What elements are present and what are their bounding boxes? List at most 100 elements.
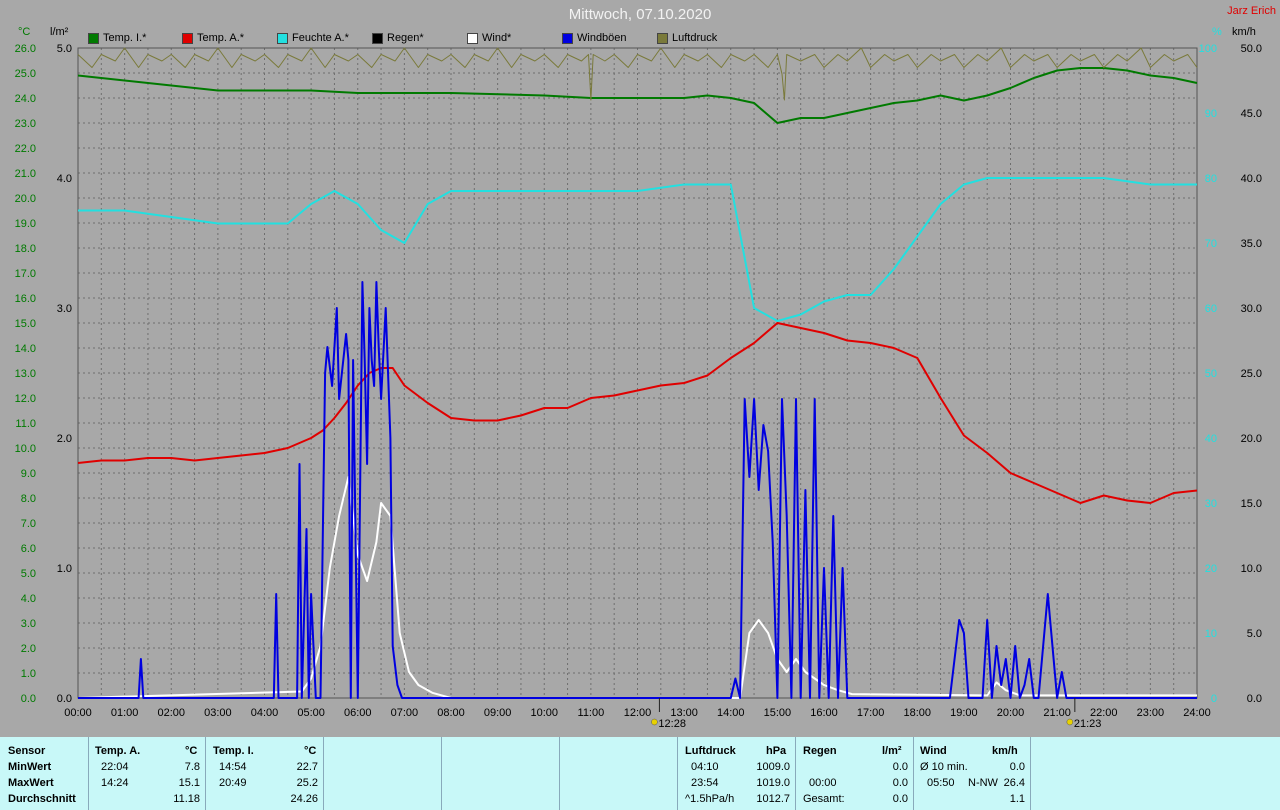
wind-tick-label: 30.0 xyxy=(1241,303,1262,315)
humidity-tick-label: 90 xyxy=(1205,108,1217,120)
x-tick-label: 11:00 xyxy=(578,707,605,719)
x-tick-label: 14:00 xyxy=(717,707,745,719)
marker-label: 21:23 xyxy=(1074,718,1102,730)
empty-column xyxy=(323,737,442,810)
author-label: Jarz Erich xyxy=(1227,5,1276,17)
temp-i-header: Temp. I. xyxy=(213,745,254,757)
x-tick-label: 00:00 xyxy=(64,707,92,719)
legend-swatch xyxy=(467,32,478,44)
wind-tick-label: 35.0 xyxy=(1241,238,1262,250)
sensor-column: Sensor MinWert MaxWert Durchschnitt xyxy=(0,737,88,810)
x-tick-label: 10:00 xyxy=(530,707,558,719)
temp-tick-label: 1.0 xyxy=(21,668,36,680)
rain-column: Regen l/m² 0.0 00:00 0.0 Gesamt: 0.0 xyxy=(795,737,914,810)
wind-max-dir: N-NW xyxy=(968,777,998,789)
humidity-tick-label: 30 xyxy=(1205,498,1217,510)
temp-tick-label: 5.0 xyxy=(21,568,36,580)
x-tick-label: 19:00 xyxy=(950,707,978,719)
legend-item[interactable]: Regen* xyxy=(372,32,424,44)
legend: Temp. I.* Temp. A.* Feuchte A.* Regen* W… xyxy=(0,32,1280,46)
x-tick-label: 03:00 xyxy=(204,707,232,719)
temp-i-column: Temp. I. °C 14:54 22.7 20:49 25.2 24.26 xyxy=(205,737,324,810)
pressure-avg: 1012.7 xyxy=(756,793,790,805)
temp-a-header: Temp. A. xyxy=(95,745,141,757)
stats-panel: Sensor MinWert MaxWert Durchschnitt Temp… xyxy=(0,737,1280,810)
temp-tick-label: 4.0 xyxy=(21,593,36,605)
x-tick-label: 17:00 xyxy=(857,707,885,719)
temp-tick-label: 8.0 xyxy=(21,493,36,505)
x-tick-label: 08:00 xyxy=(437,707,465,719)
legend-label: Temp. I.* xyxy=(103,32,147,44)
wind-tick-label: 40.0 xyxy=(1241,173,1262,185)
pressure-header: Luftdruck xyxy=(685,745,736,757)
legend-label: Feuchte A.* xyxy=(292,32,349,44)
legend-item[interactable]: Temp. A.* xyxy=(182,32,244,44)
humidity-tick-label: 0 xyxy=(1211,693,1217,705)
rain-total: 0.0 xyxy=(892,793,908,805)
x-tick-label: 05:00 xyxy=(297,707,325,719)
rain-tick-label: 0.0 xyxy=(57,693,72,705)
humidity-tick-label: 10 xyxy=(1205,628,1217,640)
temp-a-max-time: 14:24 xyxy=(101,777,129,789)
temp-tick-label: 12.0 xyxy=(15,393,36,405)
x-tick-label: 18:00 xyxy=(903,707,931,719)
wind-header: Wind xyxy=(920,745,947,757)
temp-a-max-val: 15.1 xyxy=(178,777,200,789)
wind-tick-label: 0.0 xyxy=(1247,693,1262,705)
x-tick-label: 16:00 xyxy=(810,707,838,719)
wind-mean: 1.1 xyxy=(1009,793,1025,805)
x-tick-label: 02:00 xyxy=(157,707,185,719)
legend-label: Luftdruck xyxy=(672,32,718,44)
x-tick-label: 06:00 xyxy=(344,707,372,719)
pressure-trend: ^1.5hPa/h xyxy=(685,793,735,805)
rain-tick-label: 1.0 xyxy=(57,563,72,575)
x-tick-label: 24:00 xyxy=(1183,707,1211,719)
legend-item[interactable]: Wind* xyxy=(467,32,511,44)
temp-i-min-time: 14:54 xyxy=(219,761,247,773)
humidity-tick-label: 40 xyxy=(1205,433,1217,445)
temp-tick-label: 14.0 xyxy=(15,343,36,355)
temp-tick-label: 16.0 xyxy=(15,293,36,305)
row-label-max: MaxWert xyxy=(8,777,54,789)
rain-total-label: Gesamt: xyxy=(803,793,845,805)
x-tick-label: 09:00 xyxy=(484,707,512,719)
wind-tick-label: 10.0 xyxy=(1241,563,1262,575)
x-tick-label: 23:00 xyxy=(1137,707,1165,719)
empty-column xyxy=(1030,737,1280,810)
legend-swatch xyxy=(277,32,288,44)
humidity-tick-label: 60 xyxy=(1205,303,1217,315)
temp-tick-label: 0.0 xyxy=(21,693,36,705)
humidity-tick-label: 70 xyxy=(1205,238,1217,250)
legend-item[interactable]: Windböen xyxy=(562,32,627,44)
temp-i-max-val: 25.2 xyxy=(296,777,318,789)
pressure-min-time: 04:10 xyxy=(691,761,719,773)
temp-tick-label: 7.0 xyxy=(21,518,36,530)
legend-swatch xyxy=(372,32,383,44)
pressure-max-time: 23:54 xyxy=(691,777,719,789)
temp-i-min-val: 22.7 xyxy=(296,761,318,773)
rain-unit: l/m² xyxy=(882,745,902,757)
humidity-tick-label: 50 xyxy=(1205,368,1217,380)
sun-icon xyxy=(651,718,658,726)
wind-unit: km/h xyxy=(992,745,1018,757)
sun-icon xyxy=(1066,718,1074,726)
temp-tick-label: 22.0 xyxy=(15,143,36,155)
legend-item[interactable]: Feuchte A.* xyxy=(277,32,349,44)
rain-time: 00:00 xyxy=(809,777,837,789)
wind-avg-val: 0.0 xyxy=(1009,761,1025,773)
temp-a-column: Temp. A. °C 22:04 7.8 14:24 15.1 11.18 xyxy=(88,737,206,810)
x-tick-label: 04:00 xyxy=(251,707,279,719)
weather-chart: 0.0 1.0 2.0 3.0 4.0 5.0 6.0 7.0 8.0 9.0 10.0 11.0 12… xyxy=(15,43,1262,730)
legend-item[interactable]: Luftdruck xyxy=(657,32,717,44)
temp-tick-label: 23.0 xyxy=(15,118,36,130)
rain-tick-label: 3.0 xyxy=(57,303,72,315)
x-tick-label: 07:00 xyxy=(391,707,419,719)
temp-tick-label: 25.0 xyxy=(15,68,36,80)
humidity-tick-label: 80 xyxy=(1205,173,1217,185)
temp-tick-label: 3.0 xyxy=(21,618,36,630)
temp-tick-label: 10.0 xyxy=(15,443,36,455)
legend-item[interactable]: Temp. I.* xyxy=(88,32,146,44)
temp-tick-label: 24.0 xyxy=(15,93,36,105)
legend-swatch xyxy=(562,32,573,44)
wind-tick-label: 25.0 xyxy=(1241,368,1262,380)
